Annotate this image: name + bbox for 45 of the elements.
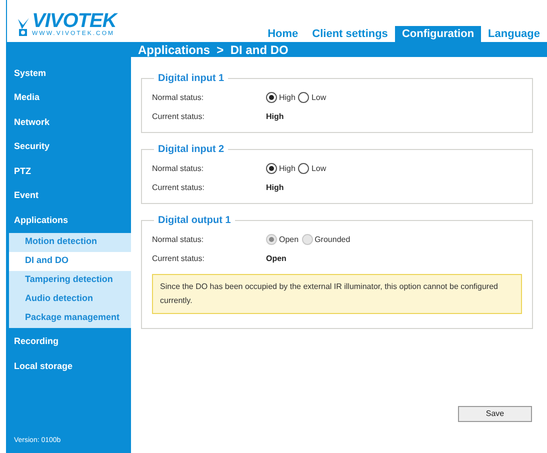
sidebar-item[interactable]: Media: [7, 86, 131, 110]
sidebar-item[interactable]: Local storage: [7, 354, 131, 378]
sidebar-item[interactable]: Applications: [7, 208, 131, 232]
field-label: Current status:: [152, 110, 206, 122]
radio-label: High: [279, 92, 296, 104]
sidebar-subitem[interactable]: Motion detection: [9, 232, 131, 252]
radio-button[interactable]: [266, 92, 277, 103]
field-label: Normal status:: [152, 92, 205, 104]
nav-tab[interactable]: Home: [260, 26, 306, 42]
radio-label: Grounded: [314, 234, 350, 246]
breadcrumb: Applications > DI and DO: [138, 44, 288, 56]
radio-label: High: [279, 162, 296, 174]
sidebar-item[interactable]: Network: [7, 110, 131, 134]
sidebar-subitem[interactable]: Package management: [9, 308, 131, 328]
field-label: Current status:: [152, 182, 206, 194]
status-value: High: [266, 182, 284, 194]
field-label: Current status:: [152, 252, 206, 264]
radio-label: Open: [279, 234, 299, 246]
sidebar-subitem[interactable]: Audio detection: [9, 290, 131, 308]
radio-button[interactable]: [298, 92, 310, 103]
group-title: Digital output 1: [157, 214, 232, 228]
camera-icon: [17, 17, 31, 37]
status-value: High: [266, 110, 284, 122]
save-button[interactable]: Save: [458, 406, 532, 422]
sidebar-subitem[interactable]: Tampering detection: [9, 270, 131, 290]
logo-text: VIVOTEK: [32, 11, 116, 31]
notice-message: Since the DO has been occupied by the external IR illuminator, this option cannot be configured currently.: [152, 274, 522, 314]
sidebar-item[interactable]: PTZ: [7, 159, 131, 184]
sidebar-item[interactable]: Recording: [7, 330, 131, 354]
radio-button[interactable]: [298, 163, 310, 174]
radio-label: Low: [311, 162, 326, 174]
field-label: Normal status:: [152, 162, 205, 174]
nav-tab[interactable]: Configuration: [394, 26, 482, 42]
sidebar-item[interactable]: Security: [7, 134, 131, 159]
status-value: Open: [266, 252, 286, 264]
field-label: Normal status:: [152, 234, 205, 246]
group-title: Digital input 1: [157, 72, 226, 86]
group-title: Digital input 2: [157, 143, 226, 157]
radio-label: Low: [311, 92, 326, 104]
sidebar-item[interactable]: Event: [7, 184, 131, 208]
sidebar-subitem[interactable]: DI and DO: [9, 252, 131, 270]
sidebar-item[interactable]: System: [7, 61, 131, 86]
nav-tab[interactable]: Client settings: [305, 26, 395, 42]
nav-tab[interactable]: Language: [481, 26, 547, 42]
radio-button[interactable]: [266, 163, 277, 174]
